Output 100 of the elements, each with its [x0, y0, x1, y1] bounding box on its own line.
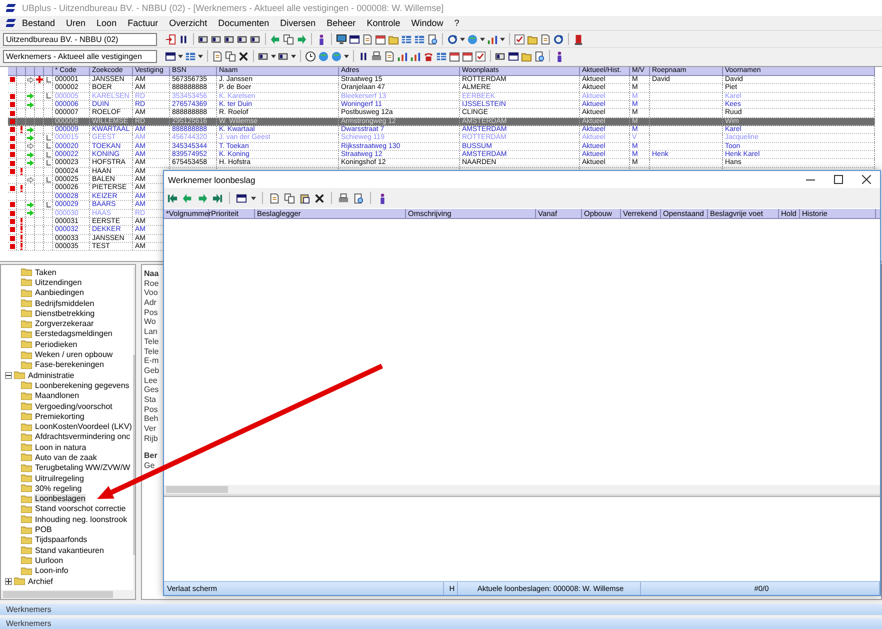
tree-item[interactable]: Taken — [34, 268, 58, 277]
window-icon[interactable] — [349, 34, 360, 44]
tree-item[interactable]: Zorgverzekeraar — [34, 319, 95, 328]
tree-item[interactable]: Afdrachtsvermindering onc — [34, 432, 132, 442]
collapse-icon[interactable] — [5, 372, 12, 379]
tree-item[interactable]: Bedrijfsmiddelen — [34, 298, 96, 308]
skip-start-icon[interactable] — [167, 192, 178, 204]
folder-icon[interactable] — [521, 50, 532, 62]
arrow-right-icon[interactable] — [197, 192, 208, 204]
tree-item[interactable]: Auto van de zaak — [34, 452, 98, 462]
window-tab[interactable]: Werknemers — [0, 604, 882, 615]
document-icon[interactable] — [540, 34, 551, 44]
tree-item[interactable]: Dienstbetrekking — [34, 308, 96, 318]
tree-item[interactable]: Loonbeslagen — [34, 494, 86, 504]
card-icon[interactable] — [211, 34, 222, 44]
expand-icon[interactable] — [5, 578, 12, 585]
tree-item[interactable]: Administratie — [27, 370, 76, 380]
chart-icon[interactable] — [397, 50, 408, 62]
scrollbar[interactable] — [132, 267, 135, 590]
chart-icon[interactable] — [487, 34, 498, 44]
tree-item[interactable]: LoonKostenVoordeel (LKV) — [34, 422, 133, 432]
printer-icon[interactable] — [371, 50, 382, 62]
caret-icon[interactable] — [500, 36, 505, 42]
menu-item[interactable]: Kontrole — [362, 16, 406, 30]
delete-icon[interactable] — [238, 50, 249, 62]
grid-icon[interactable] — [414, 34, 425, 44]
skip-end-icon[interactable] — [212, 192, 223, 204]
caret-icon[interactable] — [344, 54, 349, 58]
menu-item[interactable]: Factuur — [122, 16, 164, 30]
tree-item[interactable]: Loon-info — [34, 566, 70, 576]
refresh-icon[interactable] — [553, 34, 564, 44]
tree-item[interactable]: Eerstedagsmeldingen — [34, 329, 114, 338]
tree-item[interactable]: POB — [34, 525, 53, 534]
menu-item[interactable]: Bestand — [17, 16, 60, 30]
folder-icon[interactable] — [527, 34, 538, 44]
tree-item[interactable]: Stand vakantieuren — [34, 546, 105, 555]
printer-icon[interactable] — [338, 192, 349, 204]
caret-icon[interactable] — [480, 36, 485, 42]
tree-item[interactable]: Stand voorschot correctie — [34, 504, 127, 514]
tree-item[interactable]: Maandlonen — [34, 391, 80, 400]
refresh-icon[interactable] — [447, 34, 458, 44]
card-icon[interactable] — [237, 34, 248, 44]
tree-item[interactable]: Uitzendingen — [34, 278, 83, 287]
calendar-icon[interactable] — [462, 50, 473, 62]
company-dropdown[interactable]: Uitzendbureau BV. - NBBU (02) — [3, 32, 157, 46]
menu-item[interactable]: Window — [406, 16, 448, 30]
menu-item[interactable]: Documenten — [213, 16, 274, 30]
check-icon[interactable] — [475, 50, 486, 62]
window-tab[interactable]: Werknemers — [0, 618, 882, 629]
caret-icon[interactable] — [178, 54, 183, 58]
folder-icon[interactable] — [388, 34, 399, 44]
scrollbar[interactable] — [164, 485, 880, 496]
tree-item[interactable]: Weken / uren opbouw — [34, 350, 114, 360]
tree-item[interactable]: Loonberekening gegevens — [34, 380, 130, 390]
clock-icon[interactable] — [305, 50, 316, 62]
maximize-icon[interactable] — [834, 175, 842, 184]
grid-icon[interactable] — [401, 34, 412, 44]
delete-icon[interactable] — [314, 192, 325, 204]
document-icon[interactable] — [212, 50, 223, 62]
calendar-icon[interactable] — [449, 50, 460, 62]
tree-item[interactable]: Inhouding neg. loonstrook — [34, 514, 128, 524]
menu-item[interactable]: Diversen — [275, 16, 321, 30]
preview-icon[interactable] — [353, 192, 364, 204]
card-icon[interactable] — [278, 50, 289, 62]
clipboard-icon[interactable] — [299, 192, 310, 204]
window-icon[interactable] — [508, 50, 519, 62]
tree-item[interactable]: Fase-berekeningen — [34, 360, 105, 370]
close-icon[interactable] — [862, 175, 870, 184]
check-icon[interactable] — [514, 34, 525, 44]
document-icon[interactable] — [384, 50, 395, 62]
card-icon[interactable] — [495, 50, 506, 62]
preview-icon[interactable] — [534, 50, 545, 62]
menu-item[interactable]: Overzicht — [164, 16, 212, 30]
caret-icon[interactable] — [460, 36, 465, 42]
tree-item[interactable]: Premiekorting — [34, 412, 86, 421]
menu-item[interactable]: Loon — [92, 16, 122, 30]
scrollbar[interactable] — [1, 590, 135, 599]
tree-item[interactable]: Terugbetaling WW/ZVW/W — [34, 463, 132, 472]
menu-item[interactable]: Beheer — [322, 16, 361, 30]
document-icon[interactable] — [269, 192, 280, 204]
caret-icon[interactable] — [271, 54, 276, 58]
arrow-left-icon[interactable] — [182, 192, 193, 204]
tree-item[interactable]: 30% regeling — [34, 484, 83, 493]
copy-icon[interactable] — [225, 50, 236, 62]
card-icon[interactable] — [198, 34, 209, 44]
login-icon[interactable] — [165, 34, 176, 44]
copy-icon[interactable] — [283, 34, 294, 44]
calendar-icon[interactable] — [375, 34, 386, 44]
card-icon[interactable] — [250, 34, 261, 44]
view-dropdown[interactable]: Werknemers - Aktueel alle vestigingen — [3, 50, 157, 62]
exit-icon[interactable] — [573, 34, 584, 44]
caret-icon[interactable] — [198, 54, 203, 58]
pause-icon[interactable] — [178, 34, 189, 44]
tree-item[interactable]: Archief — [27, 576, 54, 586]
caret-icon[interactable] — [291, 54, 296, 58]
document-icon[interactable] — [362, 34, 373, 44]
preview-icon[interactable] — [427, 34, 438, 44]
grid-icon[interactable] — [436, 50, 447, 62]
card-icon[interactable] — [224, 34, 235, 44]
copy-icon[interactable] — [284, 192, 295, 204]
